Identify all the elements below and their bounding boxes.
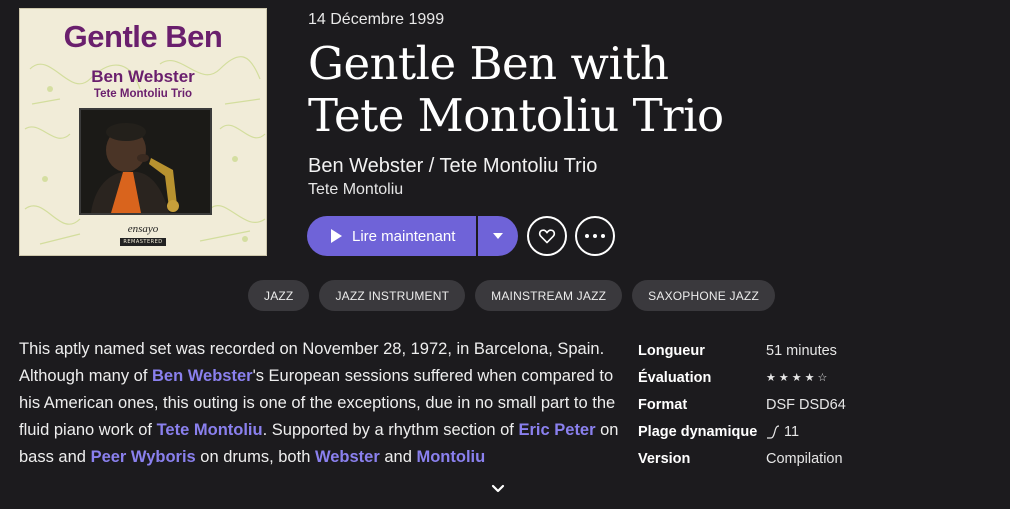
link-eric-peter[interactable]: Eric Peter — [518, 421, 595, 439]
album-description: This aptly named set was recorded on Nov… — [19, 340, 619, 466]
album-title: Gentle Ben with Tete Montoliu Trio — [308, 38, 958, 142]
meta-dynamic-range: Plage dynamique 11 — [638, 418, 846, 445]
meta-dynamic-value: 11 — [784, 423, 800, 440]
album-composer[interactable]: Tete Montoliu — [308, 181, 403, 199]
meta-format-value: DSF DSD64 — [766, 396, 846, 413]
link-ben-webster[interactable]: Ben Webster — [152, 367, 253, 385]
cover-title: Gentle Ben — [63, 19, 223, 54]
meta-rating-label: Évaluation — [638, 369, 712, 386]
tag-saxophone-jazz[interactable]: SAXOPHONE JAZZ — [632, 280, 775, 311]
tag-jazz[interactable]: JAZZ — [248, 280, 310, 311]
cover-artist: Ben Webster — [91, 67, 195, 86]
link-peer-wyboris[interactable]: Peer Wyboris — [91, 448, 196, 466]
dynamic-range-icon — [767, 424, 780, 439]
play-options-dropdown[interactable] — [478, 216, 518, 256]
album-cover[interactable]: Gentle Ben Ben Webster Tete Montoliu Tri… — [19, 8, 267, 256]
link-tete-montoliu[interactable]: Tete Montoliu — [157, 421, 263, 439]
album-artists[interactable]: Ben Webster / Tete Montoliu Trio — [308, 155, 597, 178]
album-metadata: Longueur 51 minutes Évaluation ★★★★☆ For… — [638, 337, 846, 472]
more-horizontal-icon — [585, 234, 605, 238]
meta-version-label: Version — [638, 450, 691, 467]
tag-mainstream-jazz[interactable]: MAINSTREAM JAZZ — [475, 280, 623, 311]
meta-length-value: 51 minutes — [766, 342, 837, 359]
album-title-line-1: Gentle Ben with — [308, 37, 669, 90]
heart-icon — [538, 229, 556, 244]
meta-dynamic-value-wrap: 11 — [766, 424, 799, 440]
tag-jazz-instrument[interactable]: JAZZ INSTRUMENT — [319, 280, 466, 311]
genre-tags: JAZZ JAZZ INSTRUMENT MAINSTREAM JAZZ SAX… — [248, 280, 775, 311]
album-title-line-2: Tete Montoliu Trio — [308, 89, 724, 142]
more-options-button[interactable] — [575, 216, 615, 256]
label-logo: ensayo REMASTERED — [120, 217, 166, 246]
chevron-down-icon[interactable] — [490, 482, 506, 496]
release-date: 14 Décembre 1999 — [308, 11, 445, 28]
cover-photo — [79, 108, 212, 215]
meta-rating: Évaluation ★★★★☆ — [638, 364, 846, 391]
cover-subtitle: Tete Montoliu Trio — [93, 88, 193, 100]
meta-length-label: Longueur — [638, 342, 705, 359]
link-montoliu[interactable]: Montoliu — [416, 448, 485, 466]
meta-version-value: Compilation — [766, 450, 843, 467]
caret-down-icon — [493, 233, 503, 239]
play-icon — [331, 229, 342, 243]
play-now-button[interactable]: Lire maintenant — [307, 216, 476, 256]
link-webster[interactable]: Webster — [315, 448, 380, 466]
favorite-button[interactable] — [527, 216, 567, 256]
meta-length: Longueur 51 minutes — [638, 337, 846, 364]
meta-format: Format DSF DSD64 — [638, 391, 846, 418]
meta-version: Version Compilation — [638, 445, 846, 472]
meta-dynamic-label: Plage dynamique — [638, 423, 758, 440]
play-now-label: Lire maintenant — [352, 227, 456, 245]
meta-format-label: Format — [638, 396, 688, 413]
rating-stars[interactable]: ★★★★☆ — [766, 371, 830, 384]
